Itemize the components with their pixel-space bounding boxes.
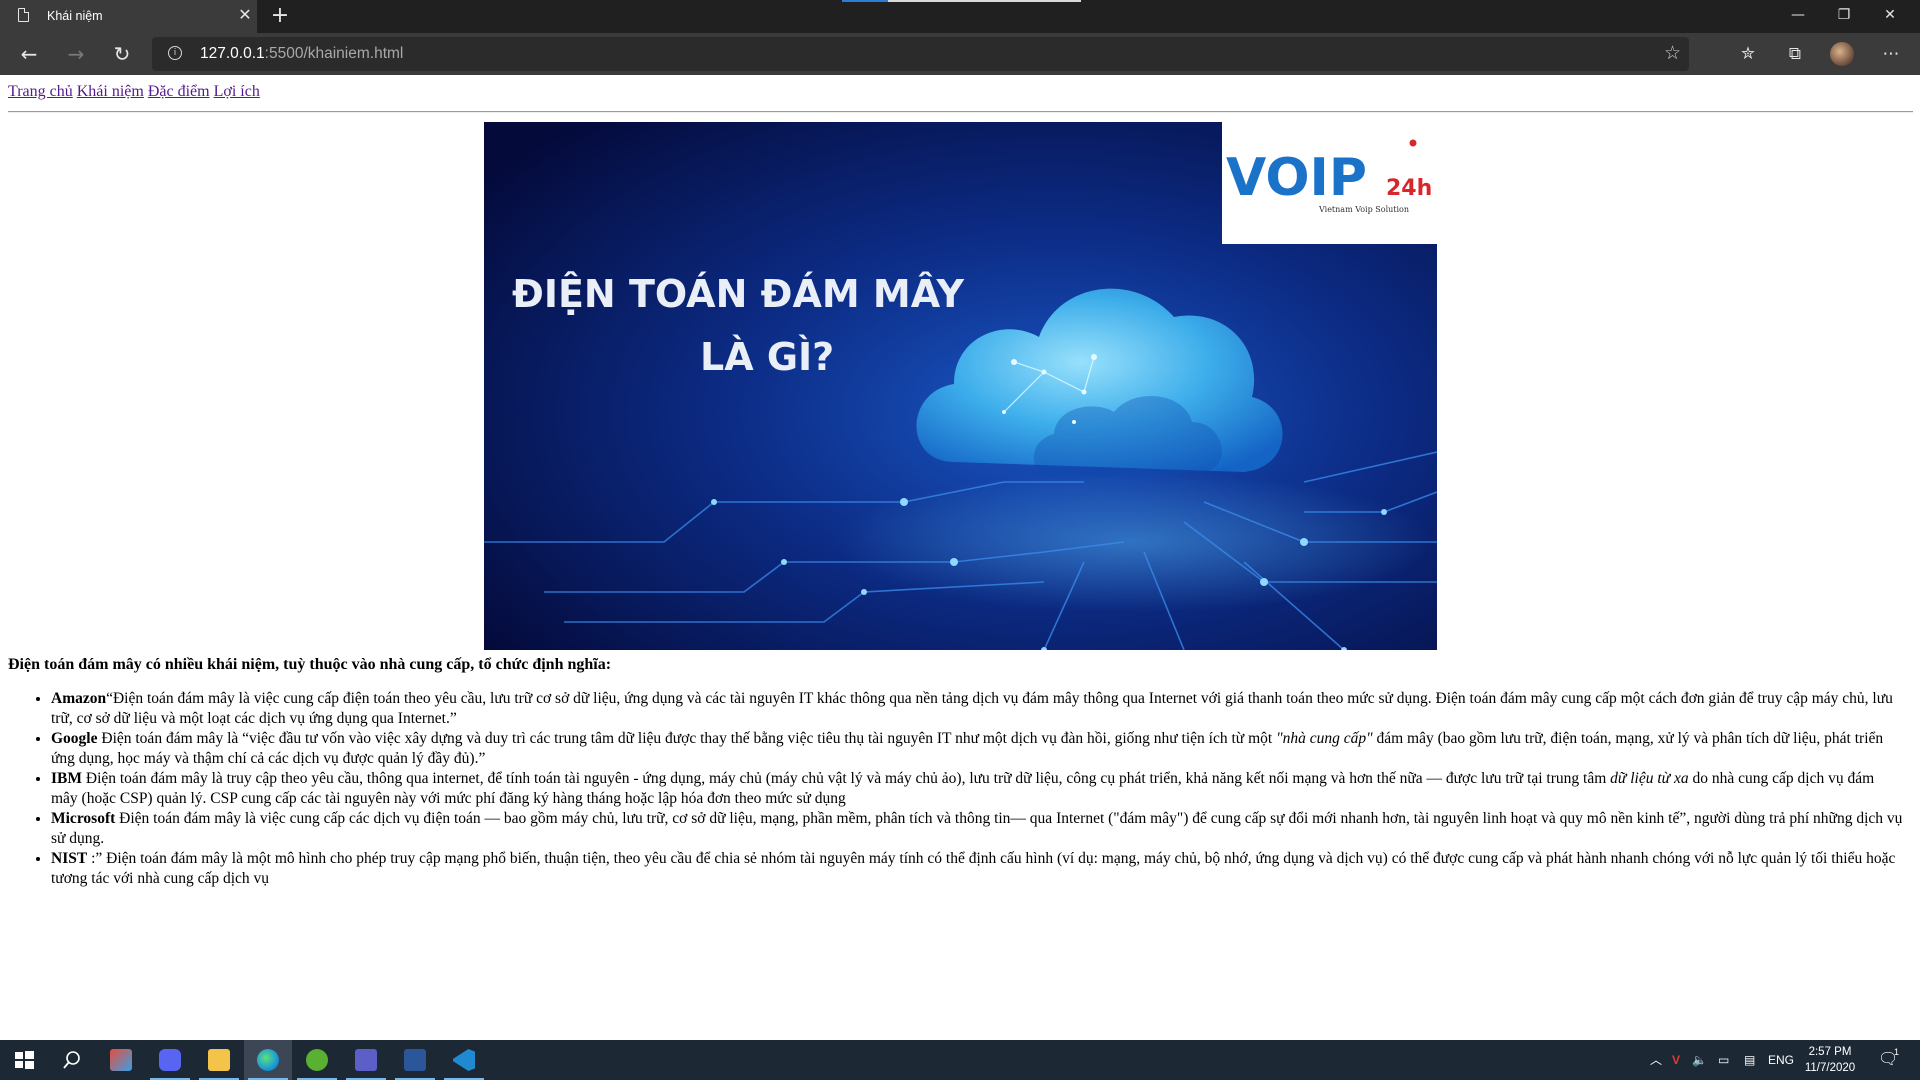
voip24h-logo: VOIP 24h Vietnam Voip Solution	[1222, 122, 1437, 244]
url-text[interactable]: 127.0.0.1:5500/khainiem.html	[200, 45, 403, 63]
tab-title: Khái niệm	[47, 9, 103, 23]
list-item: IBM Điện toán đám mây là truy cập theo y…	[51, 769, 1904, 809]
vscode-icon	[453, 1049, 475, 1071]
nav-link-concept[interactable]: Khái niệm	[77, 83, 144, 100]
nav-link-home[interactable]: Trang chủ	[8, 83, 73, 100]
close-window-button[interactable]: ✕	[1867, 0, 1913, 30]
input-language[interactable]: ENG	[1768, 1040, 1794, 1080]
taskbar-app-vscode[interactable]	[440, 1040, 488, 1080]
taskbar-app-store[interactable]	[97, 1040, 145, 1080]
logo-suffix: 24h	[1386, 176, 1432, 201]
web-page: Trang chủ Khái niệm Đặc điểm Lợi ích ĐIỆ…	[0, 75, 1920, 1040]
info-icon[interactable]: i	[168, 46, 182, 60]
list-item: Microsoft Điện toán đám mây là việc cung…	[51, 809, 1904, 849]
search-button[interactable]	[48, 1040, 96, 1080]
clock-time: 2:57 PM	[1808, 1046, 1852, 1058]
taskbar-app-word[interactable]	[391, 1040, 439, 1080]
list-item: Google Điện toán đám mây là “việc đầu tư…	[51, 729, 1904, 769]
taskbar-app-greenshot[interactable]	[293, 1040, 341, 1080]
refresh-button[interactable]: ↻	[107, 39, 137, 69]
logo-main: VOIP	[1226, 148, 1367, 208]
more-menu-icon[interactable]: ⋯	[1879, 42, 1903, 66]
edge-icon	[257, 1049, 279, 1071]
network-icon[interactable]: ▤	[1744, 1040, 1755, 1080]
antivirus-icon[interactable]: V	[1672, 1040, 1680, 1080]
taskbar-app-explorer[interactable]	[195, 1040, 243, 1080]
back-button[interactable]: ←	[14, 39, 44, 69]
show-hidden-icons-icon[interactable]: ︿	[1650, 1040, 1662, 1080]
browser-tab[interactable]: Khái niệm ✕	[0, 0, 257, 33]
intro-text: Điện toán đám mây có nhiều khái niệm, tu…	[8, 656, 612, 673]
hero-title-line2: LÀ GÌ?	[700, 335, 834, 379]
teams-icon	[355, 1049, 377, 1071]
start-button[interactable]	[0, 1040, 48, 1080]
nav-link-benefits[interactable]: Lợi ích	[214, 83, 260, 100]
nav-link-features[interactable]: Đặc điểm	[148, 83, 210, 100]
greenshot-icon	[306, 1049, 328, 1071]
profile-avatar[interactable]	[1830, 42, 1854, 66]
store-icon	[110, 1049, 132, 1071]
clock-date: 11/7/2020	[1804, 1062, 1856, 1074]
hero-title-line1: ĐIỆN TOÁN ĐÁM MÂY	[512, 272, 964, 316]
taskbar: ︿ V 🔈 ▭ ▤ ENG 2:57 PM 11/7/2020 🗨 1	[0, 1040, 1920, 1080]
word-icon	[404, 1049, 426, 1071]
battery-icon[interactable]: ▭	[1718, 1040, 1729, 1080]
list-item: NIST :” Điện toán đám mây là một mô hình…	[51, 849, 1904, 889]
page-icon	[18, 8, 29, 22]
taskbar-app-discord[interactable]	[146, 1040, 194, 1080]
discord-icon	[159, 1049, 181, 1071]
loading-track	[888, 0, 1081, 2]
notification-count: 1	[1894, 1047, 1900, 1057]
close-tab-icon[interactable]: ✕	[236, 6, 254, 26]
loading-indicator	[842, 0, 888, 2]
search-icon	[63, 1051, 80, 1069]
folder-icon	[208, 1049, 230, 1071]
collections-icon[interactable]: ⧉	[1783, 42, 1807, 66]
definitions-list: Amazon“Điện toán đám mây là việc cung cấ…	[8, 689, 1904, 889]
taskbar-app-teams[interactable]	[342, 1040, 390, 1080]
windows-icon	[15, 1051, 34, 1069]
favorites-icon[interactable]: ✮	[1736, 42, 1760, 66]
browser-toolbar: ← → ↻ i 127.0.0.1:5500/khainiem.html ☆ ✮…	[0, 33, 1920, 75]
address-bar[interactable]: i 127.0.0.1:5500/khainiem.html ☆	[152, 37, 1689, 71]
logo-tagline: Vietnam Voip Solution	[1318, 205, 1409, 214]
taskbar-app-edge[interactable]	[244, 1040, 292, 1080]
minimize-button[interactable]: —	[1775, 0, 1821, 30]
title-bar: Khái niệm ✕ + — ❐ ✕	[0, 0, 1920, 33]
forward-button[interactable]: →	[61, 39, 91, 69]
restore-button[interactable]: ❐	[1821, 0, 1867, 30]
divider	[8, 111, 1913, 113]
new-tab-button[interactable]: +	[268, 3, 292, 29]
site-nav: Trang chủ Khái niệm Đặc điểm Lợi ích	[8, 83, 260, 101]
favorite-star-icon[interactable]: ☆	[1664, 42, 1681, 64]
hero-image: ĐIỆN TOÁN ĐÁM MÂY LÀ GÌ? VOIP 24h Vietna…	[484, 122, 1437, 650]
volume-icon[interactable]: 🔈	[1692, 1040, 1707, 1080]
system-clock[interactable]: 2:57 PM 11/7/2020	[1795, 1044, 1865, 1076]
list-item: Amazon“Điện toán đám mây là việc cung cấ…	[51, 689, 1904, 729]
